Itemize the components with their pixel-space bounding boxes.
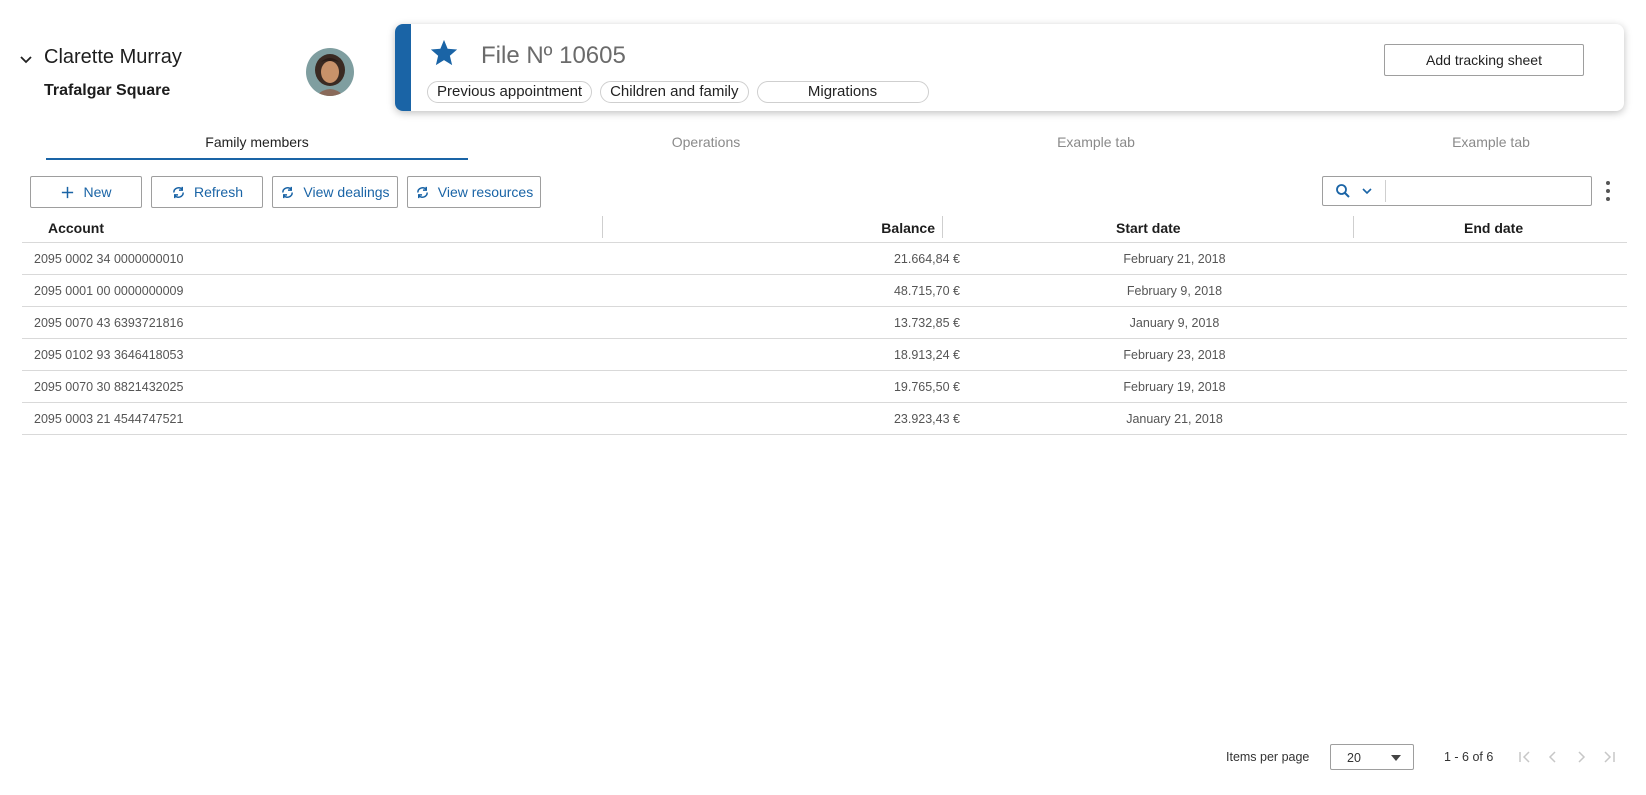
person-name: Clarette Murray: [44, 46, 182, 68]
start-date-cell: January 21, 2018: [1126, 412, 1223, 426]
search-input[interactable]: [1387, 178, 1587, 204]
column-resizer[interactable]: [942, 216, 943, 238]
last-page-icon[interactable]: [1600, 748, 1618, 766]
items-per-page-label: Items per page: [1226, 750, 1310, 764]
tab-example-1[interactable]: Example tab: [996, 130, 1196, 160]
avatar: [306, 48, 354, 96]
account-cell: 2095 0003 21 4544747521: [34, 412, 184, 426]
person-location: Trafalgar Square: [44, 82, 171, 99]
tab-example-2[interactable]: Example tab: [1391, 130, 1591, 160]
balance-cell: 23.923,43 €: [893, 412, 960, 426]
caret-down-icon: [1391, 755, 1401, 761]
table-row[interactable]: 2095 0003 21 4544747521 23.923,43 € Januar…: [22, 403, 1627, 435]
accounts-table: Account Balance Start date End date 2095…: [22, 212, 1627, 435]
balance-cell: 13.732,85 €: [893, 316, 960, 330]
chip-children-family[interactable]: Children and family: [600, 81, 749, 103]
next-page-icon[interactable]: [1572, 748, 1590, 766]
view-dealings-button[interactable]: View dealings: [272, 176, 398, 208]
start-date-cell: January 9, 2018: [1129, 316, 1220, 330]
table-row[interactable]: 2095 0001 00 0000000009 48.715,70 € Februa…: [22, 275, 1627, 307]
column-resizer[interactable]: [602, 216, 603, 238]
start-date-cell: February 23, 2018: [1123, 348, 1226, 362]
view-resources-button[interactable]: View resources: [407, 176, 541, 208]
more-options-icon[interactable]: [1598, 178, 1618, 204]
view-resources-label: View resources: [437, 184, 534, 200]
account-cell: 2095 0070 30 8821432025: [34, 380, 184, 394]
page-range: 1 - 6 of 6: [1444, 750, 1494, 764]
add-tracking-sheet-button[interactable]: Add tracking sheet: [1384, 44, 1584, 76]
tab-bar: Family members Operations Example tab Ex…: [46, 130, 1626, 160]
refresh-icon: [416, 186, 428, 198]
refresh-button[interactable]: Refresh: [151, 176, 263, 208]
view-dealings-label: View dealings: [303, 184, 390, 200]
plus-icon: [62, 186, 74, 198]
column-account[interactable]: Account: [48, 220, 104, 236]
tab-family-members[interactable]: Family members: [46, 130, 468, 160]
chip-previous-appointment[interactable]: Previous appointment: [427, 81, 593, 103]
refresh-icon: [282, 186, 294, 198]
search-icon[interactable]: [1335, 183, 1351, 199]
table-row[interactable]: 2095 0002 34 0000000010 21.664,84 € Februa…: [22, 243, 1627, 275]
file-card-accent: [395, 24, 411, 111]
file-card: File Nº 10605 Previous appointment Child…: [395, 24, 1624, 111]
items-per-page-select[interactable]: 20: [1330, 744, 1414, 770]
table-row[interactable]: 2095 0102 93 3646418053 18.913,24 € Februa…: [22, 339, 1627, 371]
balance-cell: 18.913,24 €: [893, 348, 960, 362]
previous-page-icon[interactable]: [1544, 748, 1562, 766]
balance-cell: 19.765,50 €: [893, 380, 960, 394]
column-resizer[interactable]: [1353, 216, 1354, 238]
column-end-date[interactable]: End date: [1464, 220, 1523, 236]
file-chips: Previous appointment Children and family…: [427, 81, 929, 103]
account-cell: 2095 0102 93 3646418053: [34, 348, 184, 362]
refresh-button-label: Refresh: [193, 184, 244, 200]
refresh-icon: [173, 186, 184, 198]
chevron-down-icon[interactable]: [18, 52, 34, 68]
table-row[interactable]: 2095 0070 43 6393721816 13.732,85 € Januar…: [22, 307, 1627, 339]
start-date-cell: February 9, 2018: [1126, 284, 1223, 298]
star-icon[interactable]: [429, 38, 459, 68]
tab-operations[interactable]: Operations: [606, 130, 806, 160]
balance-cell: 21.664,84 €: [893, 252, 960, 266]
column-balance[interactable]: Balance: [881, 220, 935, 236]
toolbar: New Refresh View dealings View resources: [30, 176, 541, 208]
first-page-icon[interactable]: [1516, 748, 1534, 766]
search-box: [1322, 176, 1592, 206]
account-cell: 2095 0070 43 6393721816: [34, 316, 184, 330]
file-title: File Nº 10605: [481, 42, 626, 69]
chip-migrations[interactable]: Migrations: [756, 81, 929, 103]
account-cell: 2095 0001 00 0000000009: [34, 284, 184, 298]
chevron-down-icon[interactable]: [1361, 185, 1373, 197]
column-start-date[interactable]: Start date: [1116, 220, 1181, 236]
items-per-page-value: 20: [1347, 751, 1361, 765]
balance-cell: 48.715,70 €: [893, 284, 960, 298]
new-button[interactable]: New: [30, 176, 142, 208]
account-cell: 2095 0002 34 0000000010: [34, 252, 184, 266]
paginator: Items per page 20 1 - 6 of 6: [1226, 742, 1626, 772]
new-button-label: New: [83, 184, 112, 200]
search-divider: [1385, 180, 1386, 202]
start-date-cell: February 21, 2018: [1123, 252, 1226, 266]
table-row[interactable]: 2095 0070 30 8821432025 19.765,50 € Februa…: [22, 371, 1627, 403]
start-date-cell: February 19, 2018: [1123, 380, 1226, 394]
table-header: Account Balance Start date End date: [22, 212, 1627, 243]
